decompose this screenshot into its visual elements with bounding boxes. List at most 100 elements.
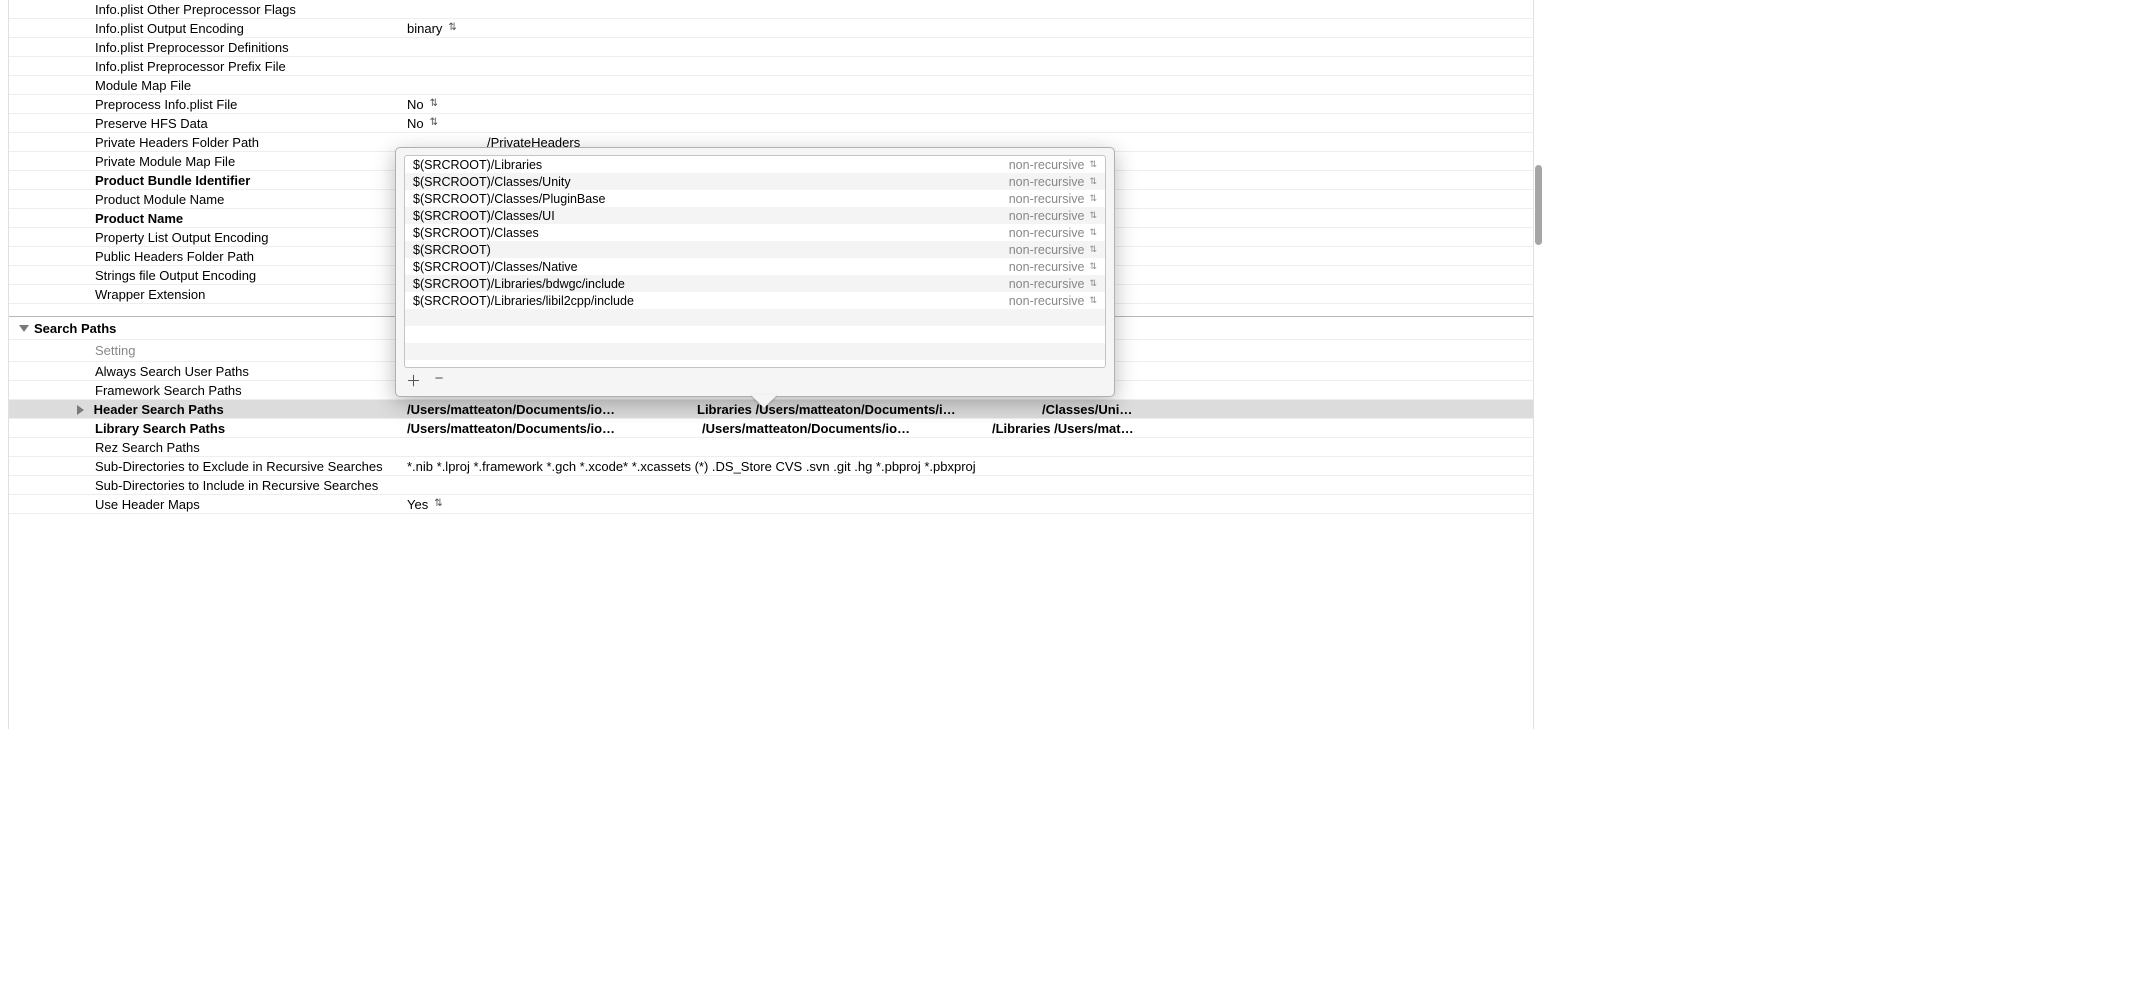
setting-value[interactable]: *.nib *.lproj *.framework *.gch *.xcode*… — [399, 459, 1533, 474]
entry-path[interactable]: $(SRCROOT)/Classes/Unity — [413, 175, 1009, 189]
recursive-select[interactable]: non-recursive⇅ — [1009, 226, 1097, 240]
setting-label: Rez Search Paths — [9, 440, 399, 455]
setting-label: Private Headers Folder Path — [9, 135, 399, 150]
scrollbar-thumb[interactable] — [1535, 165, 1542, 245]
entry-path[interactable]: $(SRCROOT)/Libraries/libil2cpp/include — [413, 294, 1009, 308]
setting-label: Product Module Name — [9, 192, 399, 207]
popover-entry[interactable]: $(SRCROOT)/Classes non-recursive⇅ — [405, 224, 1105, 241]
entry-path[interactable]: $(SRCROOT)/Classes — [413, 226, 1009, 240]
setting-label: Use Header Maps — [9, 497, 399, 512]
setting-row[interactable]: Preserve HFS Data No ⇅ — [9, 114, 1533, 133]
setting-row[interactable]: Sub-Directories to Include in Recursive … — [9, 476, 1533, 495]
setting-value[interactable]: No ⇅ — [399, 97, 1533, 112]
setting-row[interactable]: Sub-Directories to Exclude in Recursive … — [9, 457, 1533, 476]
popover-entry[interactable]: $(SRCROOT)/Libraries/bdwgc/include non-r… — [405, 275, 1105, 292]
value-segment: /Libraries /Users/mat… — [992, 421, 1533, 436]
value-segment: /Users/matteaton/Documents/iosdev/ — [702, 421, 932, 436]
setting-row[interactable]: Preprocess Info.plist File No ⇅ — [9, 95, 1533, 114]
recursive-select[interactable]: non-recursive⇅ — [1009, 277, 1097, 291]
setting-value[interactable]: /Users/matteaton/Documents/iosdev/ /User… — [399, 421, 1533, 436]
setting-row[interactable]: Module Map File — [9, 76, 1533, 95]
stepper-icon[interactable]: ⇅ — [430, 99, 438, 109]
stepper-icon: ⇅ — [1089, 295, 1097, 306]
setting-label: Public Headers Folder Path — [9, 249, 399, 264]
popover-list[interactable]: $(SRCROOT)/Libraries non-recursive⇅ $(SR… — [404, 155, 1106, 368]
stepper-icon[interactable]: ⇅ — [430, 118, 438, 128]
setting-label: Sub-Directories to Exclude in Recursive … — [9, 459, 399, 474]
popover-entry[interactable]: $(SRCROOT)/Libraries non-recursive⇅ — [405, 156, 1105, 173]
recursive-select[interactable]: non-recursive⇅ — [1009, 158, 1097, 172]
entry-path[interactable]: $(SRCROOT)/Libraries/bdwgc/include — [413, 277, 1009, 291]
recursive-select[interactable]: non-recursive⇅ — [1009, 192, 1097, 206]
recursive-select[interactable]: non-recursive⇅ — [1009, 243, 1097, 257]
setting-row[interactable]: Rez Search Paths — [9, 438, 1533, 457]
setting-value-text: Yes — [407, 497, 428, 512]
entry-path[interactable]: $(SRCROOT)/Classes/UI — [413, 209, 1009, 223]
setting-value[interactable]: /Users/matteaton/Documents/iosdev/ Libra… — [399, 402, 1533, 417]
setting-value[interactable]: Yes ⇅ — [399, 497, 1533, 512]
add-path-button[interactable]: ＋ — [406, 370, 420, 391]
popover-entry[interactable]: $(SRCROOT)/Classes/UI non-recursive⇅ — [405, 207, 1105, 224]
popover-entry[interactable]: $(SRCROOT)/Classes/Unity non-recursive⇅ — [405, 173, 1105, 190]
stepper-icon: ⇅ — [1089, 278, 1097, 289]
setting-value-text: No — [407, 116, 424, 131]
popover-entry-blank[interactable] — [405, 326, 1105, 343]
disclosure-right-icon[interactable] — [77, 405, 84, 415]
setting-row[interactable]: Use Header Maps Yes ⇅ — [9, 495, 1533, 514]
remove-path-button[interactable]: − — [432, 370, 446, 391]
setting-value[interactable]: binary ⇅ — [399, 21, 1533, 36]
popover-entry[interactable]: $(SRCROOT) non-recursive⇅ — [405, 241, 1105, 258]
setting-label-text: Header Search Paths — [94, 402, 224, 417]
popover-entry-blank[interactable] — [405, 309, 1105, 326]
setting-row[interactable]: Library Search Paths /Users/matteaton/Do… — [9, 419, 1533, 438]
setting-value-text: No — [407, 97, 424, 112]
stepper-icon: ⇅ — [1089, 227, 1097, 238]
popover-entry[interactable]: $(SRCROOT)/Classes/PluginBase non-recurs… — [405, 190, 1105, 207]
setting-row[interactable]: Info.plist Preprocessor Prefix File — [9, 57, 1533, 76]
setting-label: Strings file Output Encoding — [9, 268, 399, 283]
setting-label: Product Bundle Identifier — [9, 173, 399, 188]
setting-label: Wrapper Extension — [9, 287, 399, 302]
setting-label: Library Search Paths — [9, 421, 399, 436]
multi-value: /Users/matteaton/Documents/iosdev/ Libra… — [407, 402, 1533, 417]
recursive-select[interactable]: non-recursive⇅ — [1009, 175, 1097, 189]
setting-label: Sub-Directories to Include in Recursive … — [9, 478, 399, 493]
column-header-setting: Setting — [9, 343, 399, 358]
entry-path[interactable]: $(SRCROOT)/Classes/PluginBase — [413, 192, 1009, 206]
entry-path[interactable]: $(SRCROOT) — [413, 243, 1009, 257]
popover-buttons: ＋ − — [406, 370, 446, 391]
setting-label: Module Map File — [9, 78, 399, 93]
setting-label: Property List Output Encoding — [9, 230, 399, 245]
stepper-icon[interactable]: ⇅ — [434, 499, 442, 509]
setting-label: Private Module Map File — [9, 154, 399, 169]
setting-value[interactable]: No ⇅ — [399, 116, 1533, 131]
stepper-icon: ⇅ — [1089, 244, 1097, 255]
stepper-icon[interactable]: ⇅ — [448, 23, 456, 33]
setting-label: Info.plist Output Encoding — [9, 21, 399, 36]
value-segment: /Classes/Uni… — [1042, 402, 1533, 417]
popover-tail-icon — [751, 395, 777, 408]
search-paths-popover: $(SRCROOT)/Libraries non-recursive⇅ $(SR… — [395, 147, 1115, 397]
setting-label: Header Search Paths — [9, 402, 399, 417]
setting-row[interactable]: Info.plist Output Encoding binary ⇅ — [9, 19, 1533, 38]
disclosure-triangle-icon[interactable] — [19, 325, 29, 332]
setting-label: Preprocess Info.plist File — [9, 97, 399, 112]
setting-row[interactable]: Info.plist Other Preprocessor Flags — [9, 0, 1533, 19]
popover-entry-blank[interactable] — [405, 343, 1105, 360]
recursive-select[interactable]: non-recursive⇅ — [1009, 260, 1097, 274]
recursive-select[interactable]: non-recursive⇅ — [1009, 209, 1097, 223]
setting-label: Always Search User Paths — [9, 364, 399, 379]
stepper-icon: ⇅ — [1089, 176, 1097, 187]
setting-label: Preserve HFS Data — [9, 116, 399, 131]
popover-entry[interactable]: $(SRCROOT)/Classes/Native non-recursive⇅ — [405, 258, 1105, 275]
setting-label: Info.plist Preprocessor Prefix File — [9, 59, 399, 74]
value-segment: /Users/matteaton/Documents/iosdev/ — [407, 402, 637, 417]
setting-label: Info.plist Preprocessor Definitions — [9, 40, 399, 55]
popover-entry[interactable]: $(SRCROOT)/Libraries/libil2cpp/include n… — [405, 292, 1105, 309]
entry-path[interactable]: $(SRCROOT)/Classes/Native — [413, 260, 1009, 274]
recursive-select[interactable]: non-recursive⇅ — [1009, 294, 1097, 308]
stepper-icon: ⇅ — [1089, 159, 1097, 170]
setting-label: Product Name — [9, 211, 399, 226]
entry-path[interactable]: $(SRCROOT)/Libraries — [413, 158, 1009, 172]
setting-row[interactable]: Info.plist Preprocessor Definitions — [9, 38, 1533, 57]
